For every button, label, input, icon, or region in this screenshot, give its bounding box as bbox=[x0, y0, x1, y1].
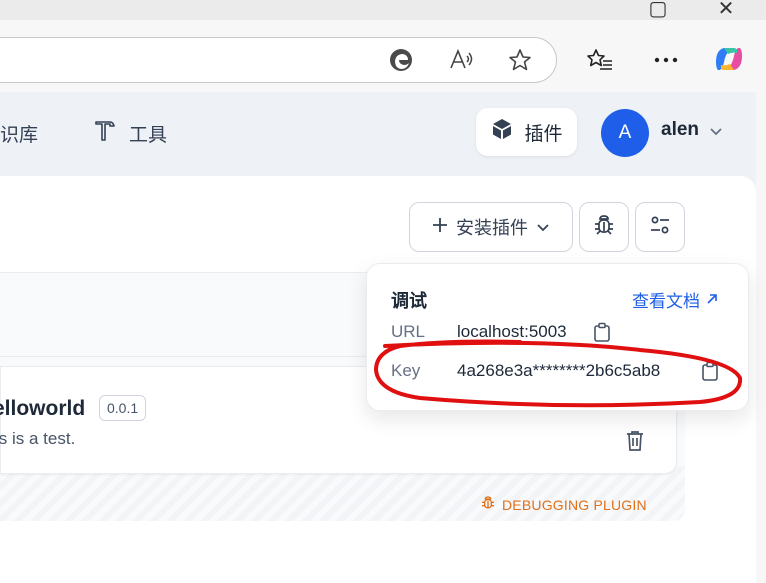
plugins-label: 插件 bbox=[524, 123, 563, 145]
nav-tools[interactable]: 工具 bbox=[93, 118, 167, 148]
copilot-icon[interactable] bbox=[712, 42, 746, 76]
cube-icon bbox=[490, 117, 514, 147]
plugin-description: is is a test. bbox=[0, 429, 76, 448]
hammer-icon bbox=[93, 118, 117, 148]
bug-icon bbox=[480, 495, 496, 514]
read-aloud-icon[interactable] bbox=[443, 42, 479, 78]
debugging-plugin-label: DEBUGGING PLUGIN bbox=[502, 496, 647, 513]
debugging-plugin-tag: DEBUGGING PLUGIN bbox=[480, 495, 647, 514]
favorites-list-icon[interactable] bbox=[582, 42, 618, 78]
restore-window-button[interactable]: ▢ bbox=[638, 0, 678, 21]
debug-button[interactable] bbox=[579, 202, 629, 252]
popover-title: 调试 bbox=[391, 291, 427, 311]
url-value: localhost:5003 bbox=[457, 322, 567, 341]
view-docs-label: 查看文档 bbox=[632, 292, 700, 311]
close-window-button[interactable]: ✕ bbox=[706, 0, 746, 21]
version-badge: 0.0.1 bbox=[99, 395, 147, 421]
url-label: URL bbox=[391, 322, 426, 341]
window-edge bbox=[756, 92, 766, 583]
key-value: 4a268e3a********2b6c5ab8 bbox=[457, 361, 661, 380]
divider bbox=[0, 356, 380, 357]
avatar-initial: A bbox=[618, 122, 632, 143]
chevron-down-icon bbox=[536, 217, 550, 238]
copy-url-icon[interactable] bbox=[593, 322, 611, 347]
favorite-star-icon[interactable] bbox=[502, 42, 538, 78]
arrow-up-right-icon bbox=[706, 290, 718, 310]
avatar[interactable]: A bbox=[601, 109, 649, 157]
copy-key-icon[interactable] bbox=[701, 361, 719, 386]
debug-popover: 调试 查看文档 URL localhost:5003 Key 4a268e3a*… bbox=[366, 263, 749, 411]
plus-icon bbox=[432, 217, 448, 238]
view-docs-link[interactable]: 查看文档 bbox=[632, 287, 718, 312]
window-titlebar: ▢ ✕ bbox=[0, 0, 766, 20]
bug-icon bbox=[592, 213, 616, 242]
nav-knowledge-label: 识库 bbox=[0, 124, 39, 146]
plugins-button[interactable]: 插件 bbox=[476, 108, 577, 156]
nav-tools-label: 工具 bbox=[129, 124, 168, 146]
trash-icon[interactable] bbox=[625, 430, 645, 457]
key-label: Key bbox=[391, 361, 421, 380]
install-plugin-button[interactable]: 安装插件 bbox=[409, 202, 573, 252]
more-options-icon[interactable] bbox=[648, 42, 684, 78]
edge-extension-icon[interactable] bbox=[383, 42, 419, 78]
sliders-icon bbox=[648, 213, 672, 242]
plugin-name: elloworld bbox=[0, 397, 86, 420]
divider bbox=[0, 272, 380, 273]
settings-button[interactable] bbox=[635, 202, 685, 252]
install-plugin-label: 安装插件 bbox=[456, 218, 528, 238]
chevron-down-icon[interactable] bbox=[709, 124, 723, 142]
user-name[interactable]: alen bbox=[661, 119, 699, 141]
browser-toolbar bbox=[0, 20, 766, 92]
nav-knowledge[interactable]: 识库 bbox=[0, 118, 38, 148]
